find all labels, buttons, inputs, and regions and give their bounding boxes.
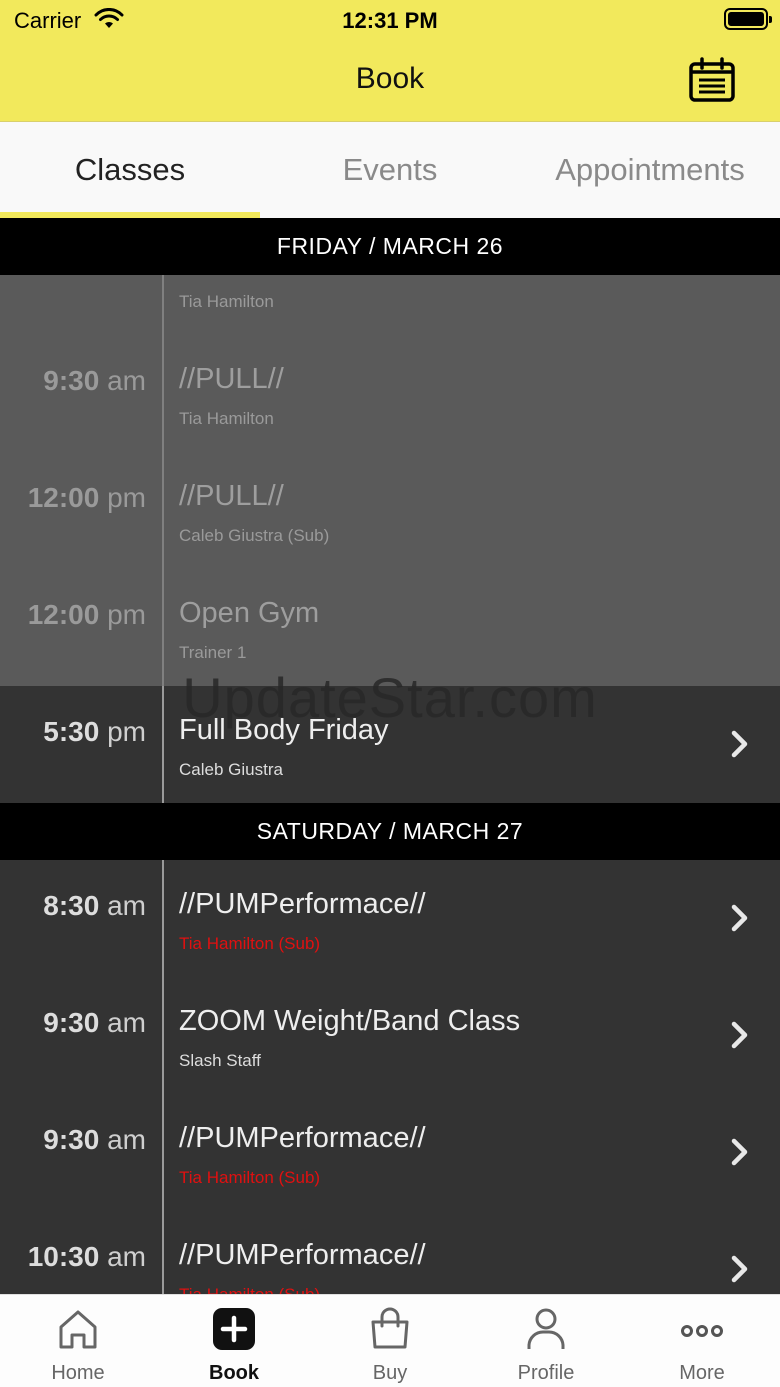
chevron-right-icon xyxy=(731,1138,748,1166)
class-time-period: pm xyxy=(107,716,146,747)
class-time-value: 8:30 xyxy=(43,890,100,921)
timeline-divider xyxy=(162,686,164,803)
class-time: 9:30 am xyxy=(43,1124,146,1156)
more-dots-icon xyxy=(681,1325,723,1337)
trainer-name: Trainer 1 xyxy=(179,643,247,662)
date-section-header: SATURDAY / MARCH 27 xyxy=(0,803,780,860)
chevron-right-icon xyxy=(731,1255,748,1283)
nav-buy[interactable]: Buy xyxy=(312,1295,468,1387)
chevron-right-icon xyxy=(731,1021,748,1049)
class-time: 12:00 pm xyxy=(28,599,146,631)
class-row[interactable]: 10:30 am //PUMPerformace// Tia Hamilton (S… xyxy=(0,1211,780,1294)
date-section-header: FRIDAY / MARCH 26 xyxy=(0,218,780,275)
nav-more-label: More xyxy=(679,1362,725,1384)
class-name: //PUMPerformace// xyxy=(179,888,426,920)
trainer-name: Caleb Giustra (Sub) xyxy=(179,526,330,545)
nav-home-label: Home xyxy=(51,1362,105,1384)
class-time: 10:30 am xyxy=(28,1241,146,1273)
class-name: Open Gym xyxy=(179,597,320,629)
class-time-period: am xyxy=(107,365,146,396)
class-name: ZOOM Weight/Band Class xyxy=(179,1005,521,1037)
class-time-period: am xyxy=(107,890,146,921)
chevron-right-icon xyxy=(731,904,748,932)
calendar-icon[interactable] xyxy=(688,56,736,104)
class-time: 5:30 pm xyxy=(43,716,146,748)
class-time-value: 9:30 xyxy=(43,365,100,396)
class-name: //PULL// xyxy=(179,363,284,395)
timeline-divider xyxy=(162,1211,164,1294)
class-time-period: am xyxy=(107,1124,146,1155)
nav-profile-label: Profile xyxy=(517,1362,575,1384)
trainer-name: Tia Hamilton xyxy=(179,409,274,428)
class-name: //PUMPerformace// xyxy=(179,1122,426,1154)
nav-more[interactable]: More xyxy=(624,1295,780,1387)
class-time-value: 10:30 xyxy=(27,1241,100,1272)
timeline-divider xyxy=(162,860,164,977)
bottom-tab-bar: Home Book Buy Profile More xyxy=(0,1294,780,1387)
class-time-value: 12:00 xyxy=(27,482,100,513)
timeline-divider xyxy=(162,452,164,569)
plus-square-icon xyxy=(213,1308,255,1350)
battery-icon xyxy=(724,8,772,30)
trainer-name: Tia Hamilton (Sub) xyxy=(179,1285,320,1294)
nav-home[interactable]: Home xyxy=(0,1295,156,1387)
class-time-period: am xyxy=(107,1007,146,1038)
trainer-name: Caleb Giustra xyxy=(179,760,283,779)
class-time-value: 9:30 xyxy=(43,1007,100,1038)
class-time-period: pm xyxy=(107,482,146,513)
class-row: 12:00 pm Open Gym Trainer 1 xyxy=(0,569,780,686)
class-time: 8:30 am xyxy=(43,890,146,922)
class-row[interactable]: 9:30 am //PUMPerformace// Tia Hamilton (Su… xyxy=(0,1094,780,1211)
class-row[interactable]: 5:30 pm Full Body Friday Caleb Giustra xyxy=(0,686,780,803)
status-time: 12:31 PM xyxy=(342,8,438,33)
class-time-value: 9:30 xyxy=(43,1124,100,1155)
navigation-bar: Book xyxy=(0,40,780,122)
class-name: //PUMPerformace// xyxy=(179,1239,426,1271)
class-name: Full Body Friday xyxy=(179,714,389,746)
class-time: 9:30 am xyxy=(43,365,146,397)
trainer-name: Tia Hamilton (Sub) xyxy=(179,1168,321,1187)
booking-tabs: Classes Events Appointments xyxy=(0,122,780,218)
timeline-divider xyxy=(162,569,164,686)
chevron-right-icon xyxy=(731,730,748,758)
class-row: 9:30 am //PULL// Tia Hamilton xyxy=(0,335,780,452)
trainer-name: Tia Hamilton (Sub) xyxy=(179,934,321,953)
class-time: 12:00 pm xyxy=(28,482,146,514)
class-row: 12:00 pm //PULL// Caleb Giustra (Sub) xyxy=(0,452,780,569)
tab-classes[interactable]: Classes xyxy=(0,122,260,218)
trainer-name: Slash Staff xyxy=(179,1051,261,1070)
nav-book-label: Book xyxy=(209,1362,259,1384)
timeline-divider xyxy=(162,977,164,1094)
class-time: 9:30 am xyxy=(43,1007,146,1039)
nav-profile[interactable]: Profile xyxy=(468,1295,624,1387)
nav-buy-label: Buy xyxy=(372,1362,408,1384)
shopping-bag-icon xyxy=(371,1307,409,1349)
class-row[interactable]: 9:30 am ZOOM Weight/Band Class Slash Staff xyxy=(0,977,780,1094)
class-name: //PULL// xyxy=(179,480,284,512)
class-time-value: 12:00 xyxy=(27,599,100,630)
page-title: Book xyxy=(355,62,425,95)
class-time-period: am xyxy=(107,1241,146,1272)
nav-book[interactable]: Book xyxy=(156,1295,312,1387)
class-row[interactable]: 8:30 am //PUMPerformace// Tia Hamilton (Su… xyxy=(0,860,780,977)
timeline-divider xyxy=(162,335,164,452)
timeline-divider xyxy=(162,1094,164,1211)
class-time-period: pm xyxy=(107,599,146,630)
person-icon xyxy=(527,1308,565,1349)
tab-appointments[interactable]: Appointments xyxy=(520,122,780,218)
status-bar: Carrier 12:31 PM xyxy=(0,0,780,40)
home-icon xyxy=(59,1310,97,1349)
class-list[interactable]: FRIDAY / MARCH 26 8:30 am //PULL// Tia Hami… xyxy=(0,218,780,1294)
class-time-value: 5:30 xyxy=(43,716,100,747)
tab-events[interactable]: Events xyxy=(260,122,520,218)
trainer-name: Tia Hamilton xyxy=(179,292,274,311)
